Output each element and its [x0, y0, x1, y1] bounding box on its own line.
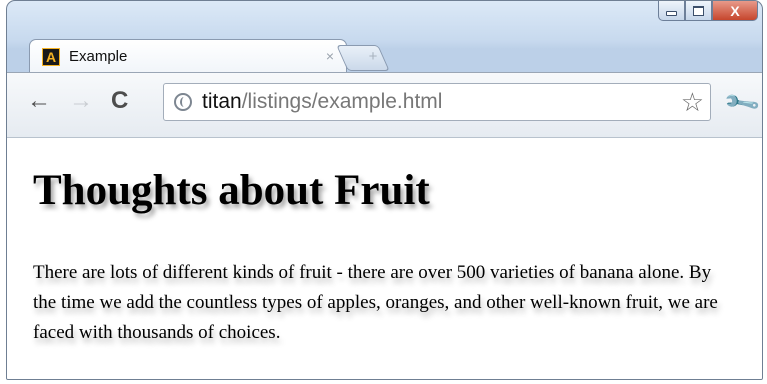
close-icon: X	[730, 2, 740, 19]
tab-close-icon[interactable]: ×	[326, 48, 334, 64]
maximize-icon	[693, 5, 704, 16]
back-arrow-icon[interactable]: ←	[27, 87, 51, 115]
globe-icon	[174, 93, 192, 111]
url-path: /listings/example.html	[241, 90, 443, 113]
reload-icon[interactable]: C	[111, 87, 128, 115]
minimize-icon	[666, 11, 677, 16]
window-controls: X	[658, 1, 758, 23]
browser-toolbar: ← → C titan/listings/example.html ☆ 🔧	[7, 72, 762, 138]
forward-arrow-icon[interactable]: →	[69, 87, 93, 115]
tab-title: Example	[69, 48, 128, 65]
bookmark-star-icon[interactable]: ☆	[681, 87, 704, 118]
minimize-button[interactable]	[658, 1, 685, 21]
url-text[interactable]: titan/listings/example.html	[202, 90, 442, 114]
page-heading: Thoughts about Fruit	[33, 167, 430, 214]
wrench-menu-icon[interactable]: 🔧	[721, 83, 762, 124]
page-paragraph: There are lots of different kinds of fru…	[33, 262, 718, 343]
url-host: titan	[202, 90, 242, 113]
close-window-button[interactable]: X	[712, 1, 758, 21]
browser-tab[interactable]: A Example ×	[29, 39, 347, 73]
maximize-button[interactable]	[685, 1, 712, 21]
favicon-icon: A	[42, 47, 60, 66]
browser-window: X A Example × + ← → C titan/listings/exa…	[6, 0, 763, 380]
page-content: Thoughts about Fruit There are lots of d…	[7, 137, 762, 379]
address-bar[interactable]: titan/listings/example.html ☆	[163, 83, 711, 121]
new-tab-icon: +	[368, 48, 378, 65]
